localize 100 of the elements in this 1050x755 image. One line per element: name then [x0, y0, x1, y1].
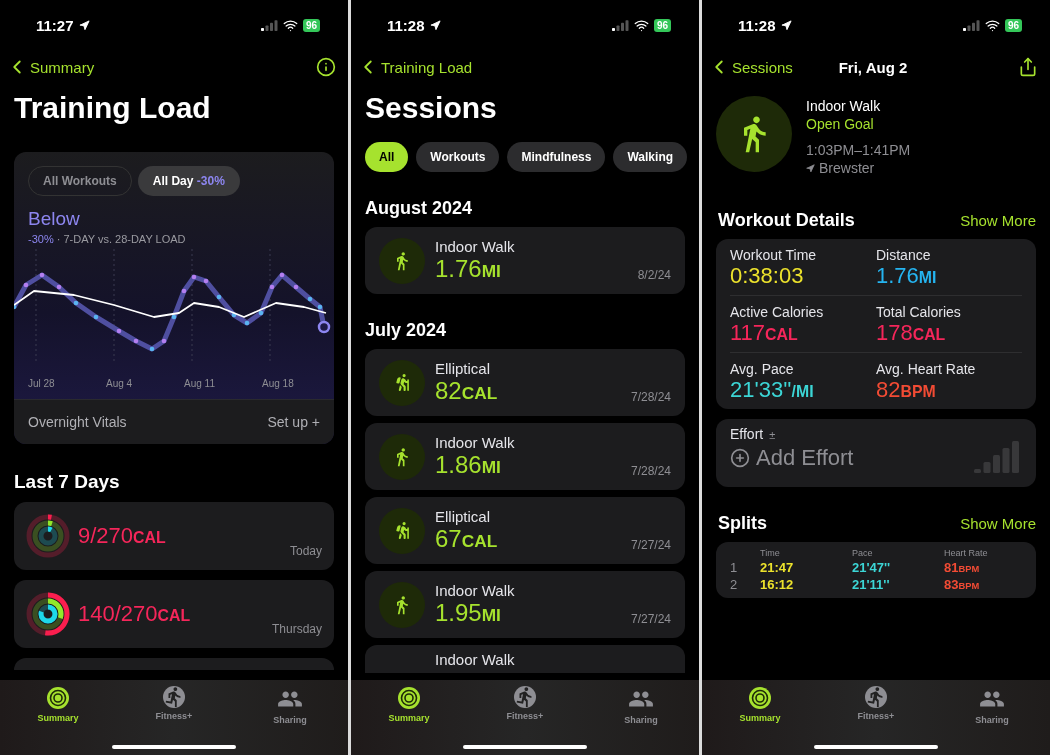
hiking-person-icon — [393, 522, 411, 539]
tab-button[interactable]: Sharing — [934, 686, 1050, 755]
split-time: 21:47 — [760, 560, 795, 575]
workout-goal: Open Goal — [806, 116, 875, 132]
info-icon[interactable] — [316, 57, 336, 77]
data-point — [161, 338, 167, 344]
column-header: Pace — [852, 548, 874, 558]
day-card[interactable]: 140/270CAL Thursday — [14, 580, 334, 648]
section-heading: Workout Details — [718, 210, 855, 231]
data-point — [279, 272, 285, 278]
workout-location: Brewster — [819, 160, 875, 176]
tab-button[interactable]: Summary — [0, 686, 116, 755]
tab-button[interactable]: Sharing — [232, 686, 348, 755]
session-card[interactable]: Elliptical 67CAL 7/27/24 — [365, 497, 685, 564]
filter-chip[interactable]: All — [365, 142, 409, 172]
session-date: 7/28/24 — [630, 390, 671, 404]
filter-chip[interactable]: Mindfulness — [507, 142, 606, 172]
session-card[interactable]: Indoor Walk 1.95MI 7/27/24 — [365, 571, 685, 638]
load-caption: -30% · 7-DAY vs. 28-DAY LOAD — [28, 233, 187, 245]
rings-icon — [748, 686, 772, 710]
plus-circle-icon — [730, 448, 750, 468]
signal-icon — [611, 19, 629, 31]
metric-value: 0:38:03 — [730, 263, 805, 289]
location-arrow-icon — [429, 19, 441, 31]
status-time: 11:28 — [387, 16, 425, 34]
day-label: Thursday — [271, 622, 322, 636]
data-point — [23, 282, 29, 288]
data-point — [269, 284, 275, 290]
status-time: 11:28 — [738, 16, 776, 34]
location-arrow-icon — [780, 19, 792, 31]
share-icon[interactable] — [1018, 57, 1038, 77]
setup-link[interactable]: Set up + — [267, 414, 320, 430]
session-value: 67CAL — [435, 525, 498, 553]
split-heart-rate: 81BPM — [944, 560, 981, 575]
wifi-icon — [633, 17, 649, 33]
tab-button[interactable]: Sharing — [583, 686, 699, 755]
back-button[interactable]: Summary — [6, 56, 95, 78]
signal-icon — [260, 19, 278, 31]
page-title: Training Load — [14, 90, 212, 126]
segment-button[interactable]: All Day -30% — [137, 166, 240, 196]
footer-label: Overnight Vitals — [28, 414, 127, 430]
runner-icon — [865, 686, 887, 708]
metric-value: 1.76MI — [876, 263, 938, 289]
session-date: 8/2/24 — [637, 268, 671, 282]
month-heading: July 2024 — [365, 320, 448, 340]
tab-button[interactable]: Summary — [351, 686, 467, 755]
data-point — [293, 284, 299, 290]
day-card[interactable]: 9/270CAL Today — [14, 502, 334, 570]
metric-value: 178CAL — [876, 320, 947, 346]
battery-level: 96 — [302, 18, 320, 32]
calories-value: 140/270CAL — [78, 601, 191, 627]
runner-icon — [514, 686, 536, 708]
metric-label: Avg. Heart Rate — [876, 361, 977, 377]
session-date: 7/28/24 — [630, 464, 671, 478]
data-point — [56, 284, 62, 290]
session-value: 1.95MI — [435, 599, 502, 627]
session-date: 7/27/24 — [630, 538, 671, 552]
session-name: Indoor Walk — [435, 651, 515, 668]
current-point — [317, 320, 331, 334]
axis-label: Aug 4 — [106, 378, 134, 389]
workout-time: 1:03PM–1:41PM — [806, 142, 911, 158]
battery-level: 96 — [1004, 18, 1022, 32]
data-point — [307, 296, 313, 302]
session-value: 1.86MI — [435, 451, 502, 479]
session-value: 82CAL — [435, 377, 498, 405]
add-effort-button[interactable]: Add Effort — [730, 445, 854, 471]
nav-title: Fri, Aug 2 — [838, 58, 908, 76]
back-button[interactable]: Sessions — [708, 56, 793, 78]
session-card[interactable]: Indoor Walk 1.76MI 8/2/24 — [365, 227, 685, 294]
data-point — [181, 288, 187, 294]
data-point — [133, 338, 139, 344]
status-time: 11:27 — [36, 16, 74, 34]
session-date: 7/27/24 — [630, 612, 671, 626]
tab-button[interactable]: Summary — [702, 686, 818, 755]
metric-value: 21'33''/MI — [730, 377, 815, 403]
metric-label: Avg. Pace — [730, 361, 795, 377]
day-label: Today — [289, 544, 322, 558]
effort-bars-icon — [974, 439, 1020, 473]
data-point — [149, 346, 155, 352]
data-point — [171, 314, 177, 320]
effort-mark: ± — [769, 429, 776, 441]
axis-label: Jul 28 — [28, 378, 56, 389]
back-button[interactable]: Training Load — [357, 56, 473, 78]
page-title: Sessions — [365, 90, 498, 126]
effort-label: Effort — [730, 426, 764, 442]
session-name: Elliptical — [435, 360, 492, 377]
show-more-link[interactable]: Show More — [960, 212, 1036, 229]
show-more-link[interactable]: Show More — [960, 515, 1036, 532]
session-card[interactable]: Indoor Walk — [365, 645, 685, 673]
data-point — [317, 304, 323, 310]
filter-chip[interactable]: Walking — [613, 142, 688, 172]
session-card[interactable]: Elliptical 82CAL 7/28/24 — [365, 349, 685, 416]
session-card[interactable]: Indoor Walk 1.86MI 7/28/24 — [365, 423, 685, 490]
metric-value: 117CAL — [730, 320, 799, 346]
calories-value: 9/270CAL — [78, 523, 166, 549]
filter-chip[interactable]: Workouts — [416, 142, 500, 172]
workout-name: Indoor Walk — [806, 98, 882, 114]
data-point — [73, 300, 79, 306]
session-name: Indoor Walk — [435, 582, 515, 599]
session-name: Indoor Walk — [435, 434, 515, 451]
